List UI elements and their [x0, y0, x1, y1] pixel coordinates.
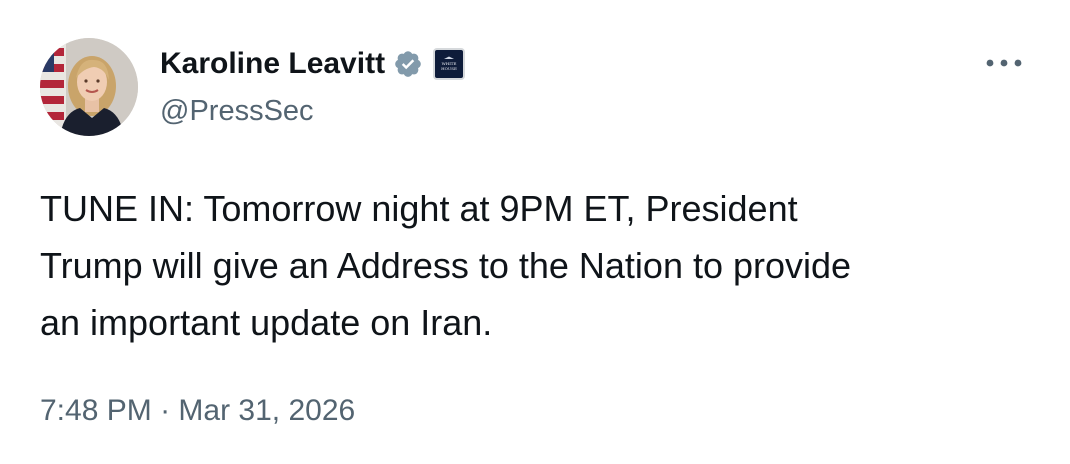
- more-options-button[interactable]: [978, 48, 1030, 78]
- more-horizontal-icon: [986, 59, 1022, 67]
- verified-badge-icon[interactable]: [393, 49, 423, 79]
- badge-text-line2: HOUSE: [441, 66, 457, 71]
- author-handle[interactable]: @PressSec: [160, 92, 314, 130]
- tweet-time[interactable]: 7:48 PM: [40, 394, 152, 427]
- timestamp-separator: ·: [160, 394, 179, 427]
- tweet-timestamp: 7:48 PM · Mar 31, 2026: [40, 389, 355, 433]
- tweet-text: TUNE IN: Tomorrow night at 9PM ET, Presi…: [40, 188, 852, 343]
- tweet-date[interactable]: Mar 31, 2026: [178, 394, 355, 427]
- tweet-card: Karoline Leavitt WHITE HOUSE @PressSec T…: [0, 0, 1070, 464]
- white-house-badge-icon[interactable]: WHITE HOUSE: [433, 48, 466, 80]
- author-avatar[interactable]: [40, 38, 138, 136]
- author-name-row: Karoline Leavitt WHITE HOUSE: [160, 44, 466, 84]
- profile-photo-icon: [40, 38, 138, 136]
- author-display-name[interactable]: Karoline Leavitt: [160, 44, 385, 84]
